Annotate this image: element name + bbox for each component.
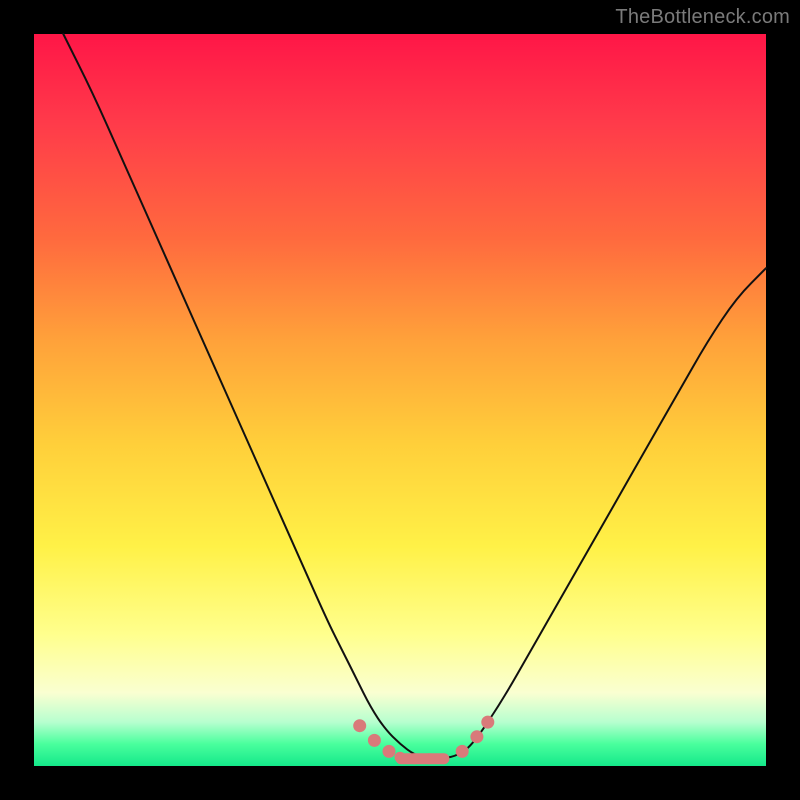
chart-frame: TheBottleneck.com [0, 0, 800, 800]
curve-marker-dot [424, 754, 434, 764]
curve-marker-dot [354, 720, 366, 732]
curve-marker-dot [383, 745, 395, 757]
curve-marker-dot [395, 752, 405, 762]
curve-marker-dot [471, 731, 483, 743]
plot-area [34, 34, 766, 766]
curve-markers [354, 716, 494, 764]
curve-marker-dot [456, 745, 468, 757]
curve-marker-dot [410, 754, 420, 764]
watermark-text: TheBottleneck.com [615, 6, 790, 29]
bottleneck-curve [63, 34, 766, 759]
curve-marker-dot [368, 734, 380, 746]
curve-marker-dot [439, 754, 449, 764]
bottleneck-curve-svg [34, 34, 766, 766]
curve-marker-dot [482, 716, 494, 728]
